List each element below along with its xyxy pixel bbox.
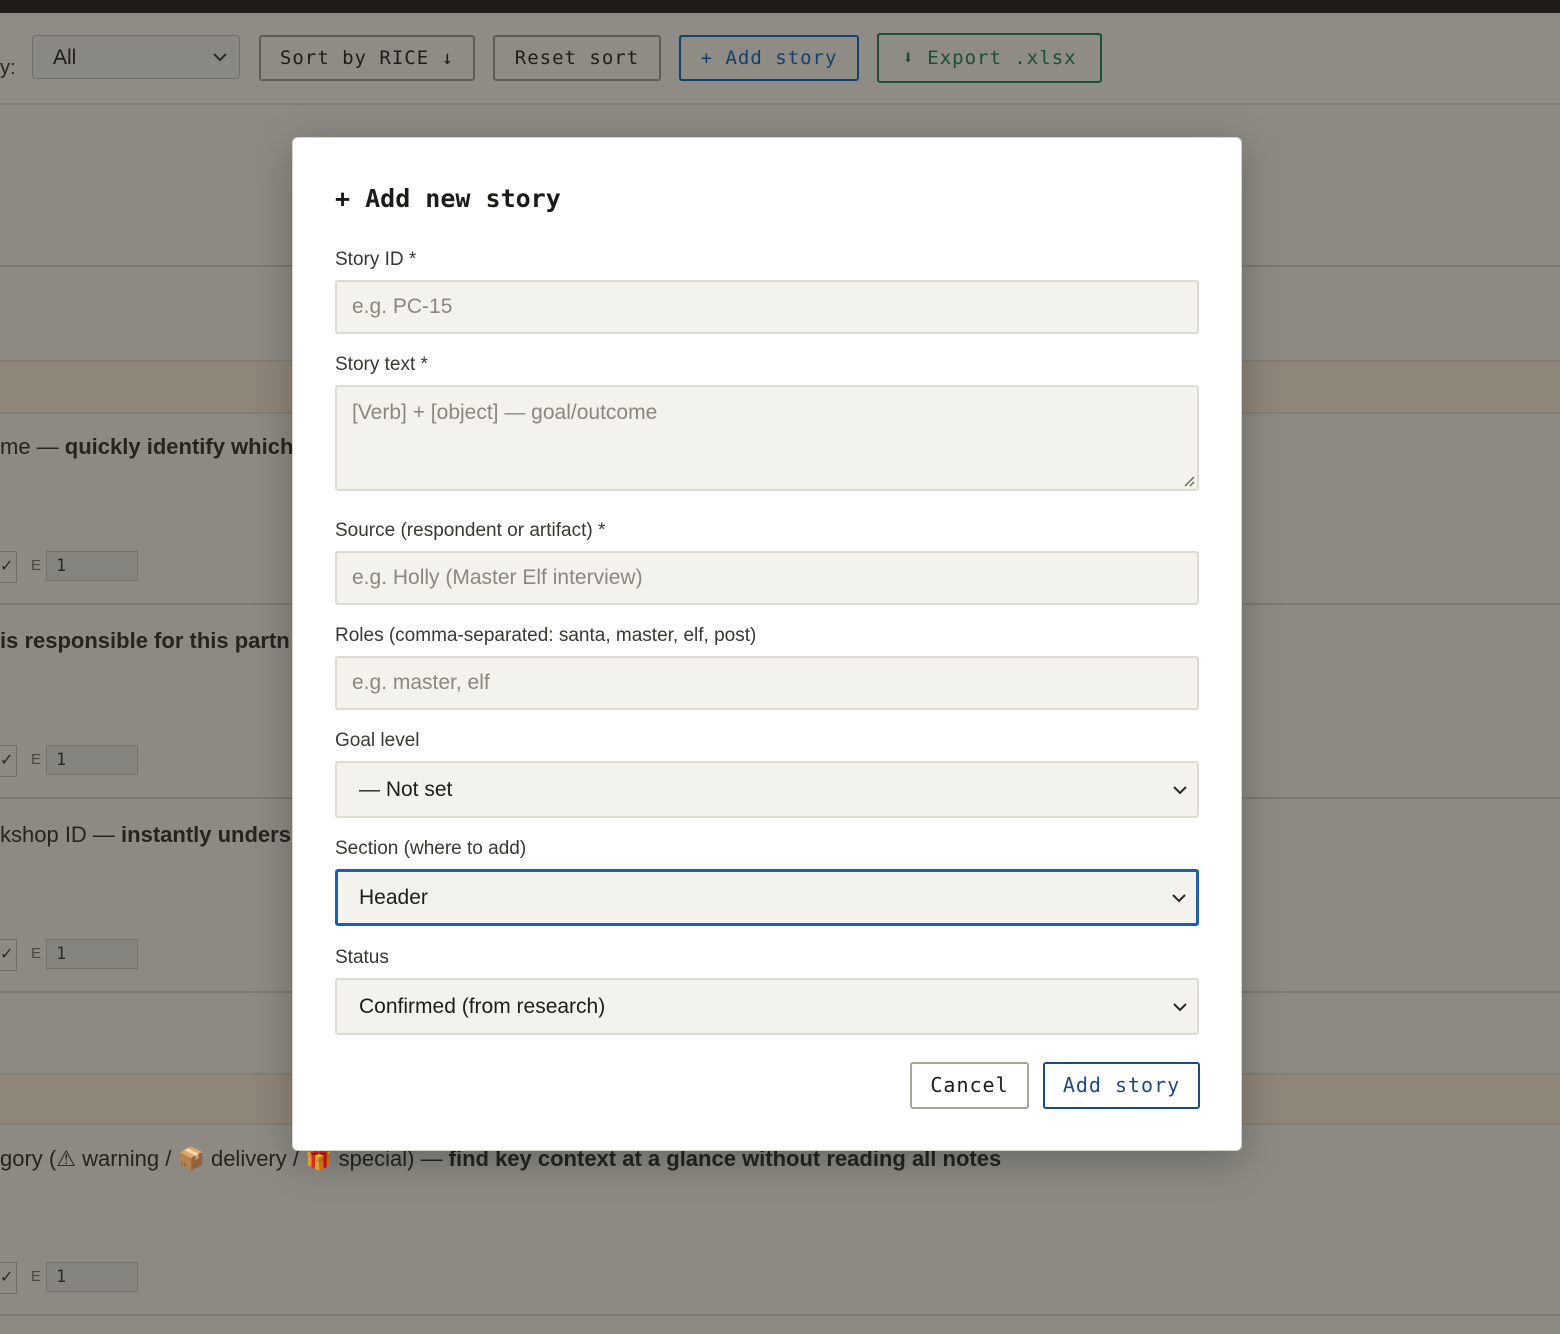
roles-label: Roles (comma-separated: santa, master, e… (335, 625, 757, 646)
divider (0, 1314, 1560, 1316)
goal-level-label: Goal level (335, 730, 420, 751)
add-story-button[interactable]: + Add story (679, 35, 859, 81)
effort-input[interactable]: 1 (46, 1262, 138, 1292)
roles-placeholder: e.g. master, elf (352, 671, 490, 694)
chevron-down-icon (1173, 1002, 1187, 1011)
check-icon[interactable]: ✓ (0, 1262, 17, 1294)
effort-input[interactable]: 1 (46, 745, 138, 775)
status-select[interactable]: Confirmed (from research) (335, 978, 1199, 1035)
chevron-down-icon (213, 53, 227, 62)
sort-by-rice-button[interactable]: Sort by RICE ↓ (259, 35, 475, 81)
effort-input[interactable]: 1 (46, 939, 138, 969)
roles-input[interactable]: e.g. master, elf (335, 656, 1199, 710)
chevron-down-icon (1172, 893, 1186, 902)
status-value: Confirmed (from research) (359, 995, 606, 1018)
filter-select[interactable]: All (32, 35, 240, 79)
resize-handle-icon[interactable] (1181, 473, 1195, 487)
effort-label: E (31, 557, 42, 574)
story-text-placeholder: [Verb] + [object] — goal/outcome (352, 401, 658, 424)
cancel-button[interactable]: Cancel (910, 1062, 1029, 1109)
effort-input[interactable]: 1 (46, 551, 138, 581)
export-xlsx-button[interactable]: ⬇ Export .xlsx (877, 33, 1102, 83)
add-story-submit-button[interactable]: Add story (1043, 1062, 1200, 1109)
goal-level-select[interactable]: — Not set (335, 761, 1199, 818)
story-text-label: Story text * (335, 354, 428, 375)
source-label: Source (respondent or artifact) * (335, 520, 606, 541)
effort-label: E (31, 1268, 42, 1285)
toolbar: y: All Sort by RICE ↓ Reset sort + Add s… (0, 13, 1560, 105)
section-value: Header (359, 886, 428, 909)
source-input[interactable]: e.g. Holly (Master Elf interview) (335, 551, 1199, 605)
check-icon[interactable]: ✓ (0, 939, 17, 971)
add-story-modal: + Add new story Story ID * e.g. PC-15 St… (292, 137, 1242, 1151)
goal-level-value: — Not set (359, 778, 453, 801)
filter-label: y: (0, 57, 16, 79)
section-select[interactable]: Header (335, 869, 1199, 926)
story-id-label: Story ID * (335, 249, 417, 270)
story-text-textarea[interactable]: [Verb] + [object] — goal/outcome (335, 385, 1199, 491)
check-icon[interactable]: ✓ (0, 551, 17, 583)
story-id-input[interactable]: e.g. PC-15 (335, 280, 1199, 334)
effort-label: E (31, 945, 42, 962)
story-row-text: me — quickly identify which (0, 434, 294, 459)
story-row-text: is responsible for this partn (0, 628, 290, 653)
status-label: Status (335, 947, 389, 968)
story-id-placeholder: e.g. PC-15 (352, 295, 453, 318)
filter-select-value: All (53, 46, 77, 69)
story-row-text: kshop ID — instantly unders (0, 822, 291, 847)
effort-label: E (31, 751, 42, 768)
modal-title: + Add new story (335, 184, 561, 213)
top-bar (0, 0, 1560, 13)
reset-sort-button[interactable]: Reset sort (493, 35, 661, 81)
check-icon[interactable]: ✓ (0, 745, 17, 777)
chevron-down-icon (1173, 785, 1187, 794)
source-placeholder: e.g. Holly (Master Elf interview) (352, 566, 643, 589)
section-label: Section (where to add) (335, 838, 527, 859)
